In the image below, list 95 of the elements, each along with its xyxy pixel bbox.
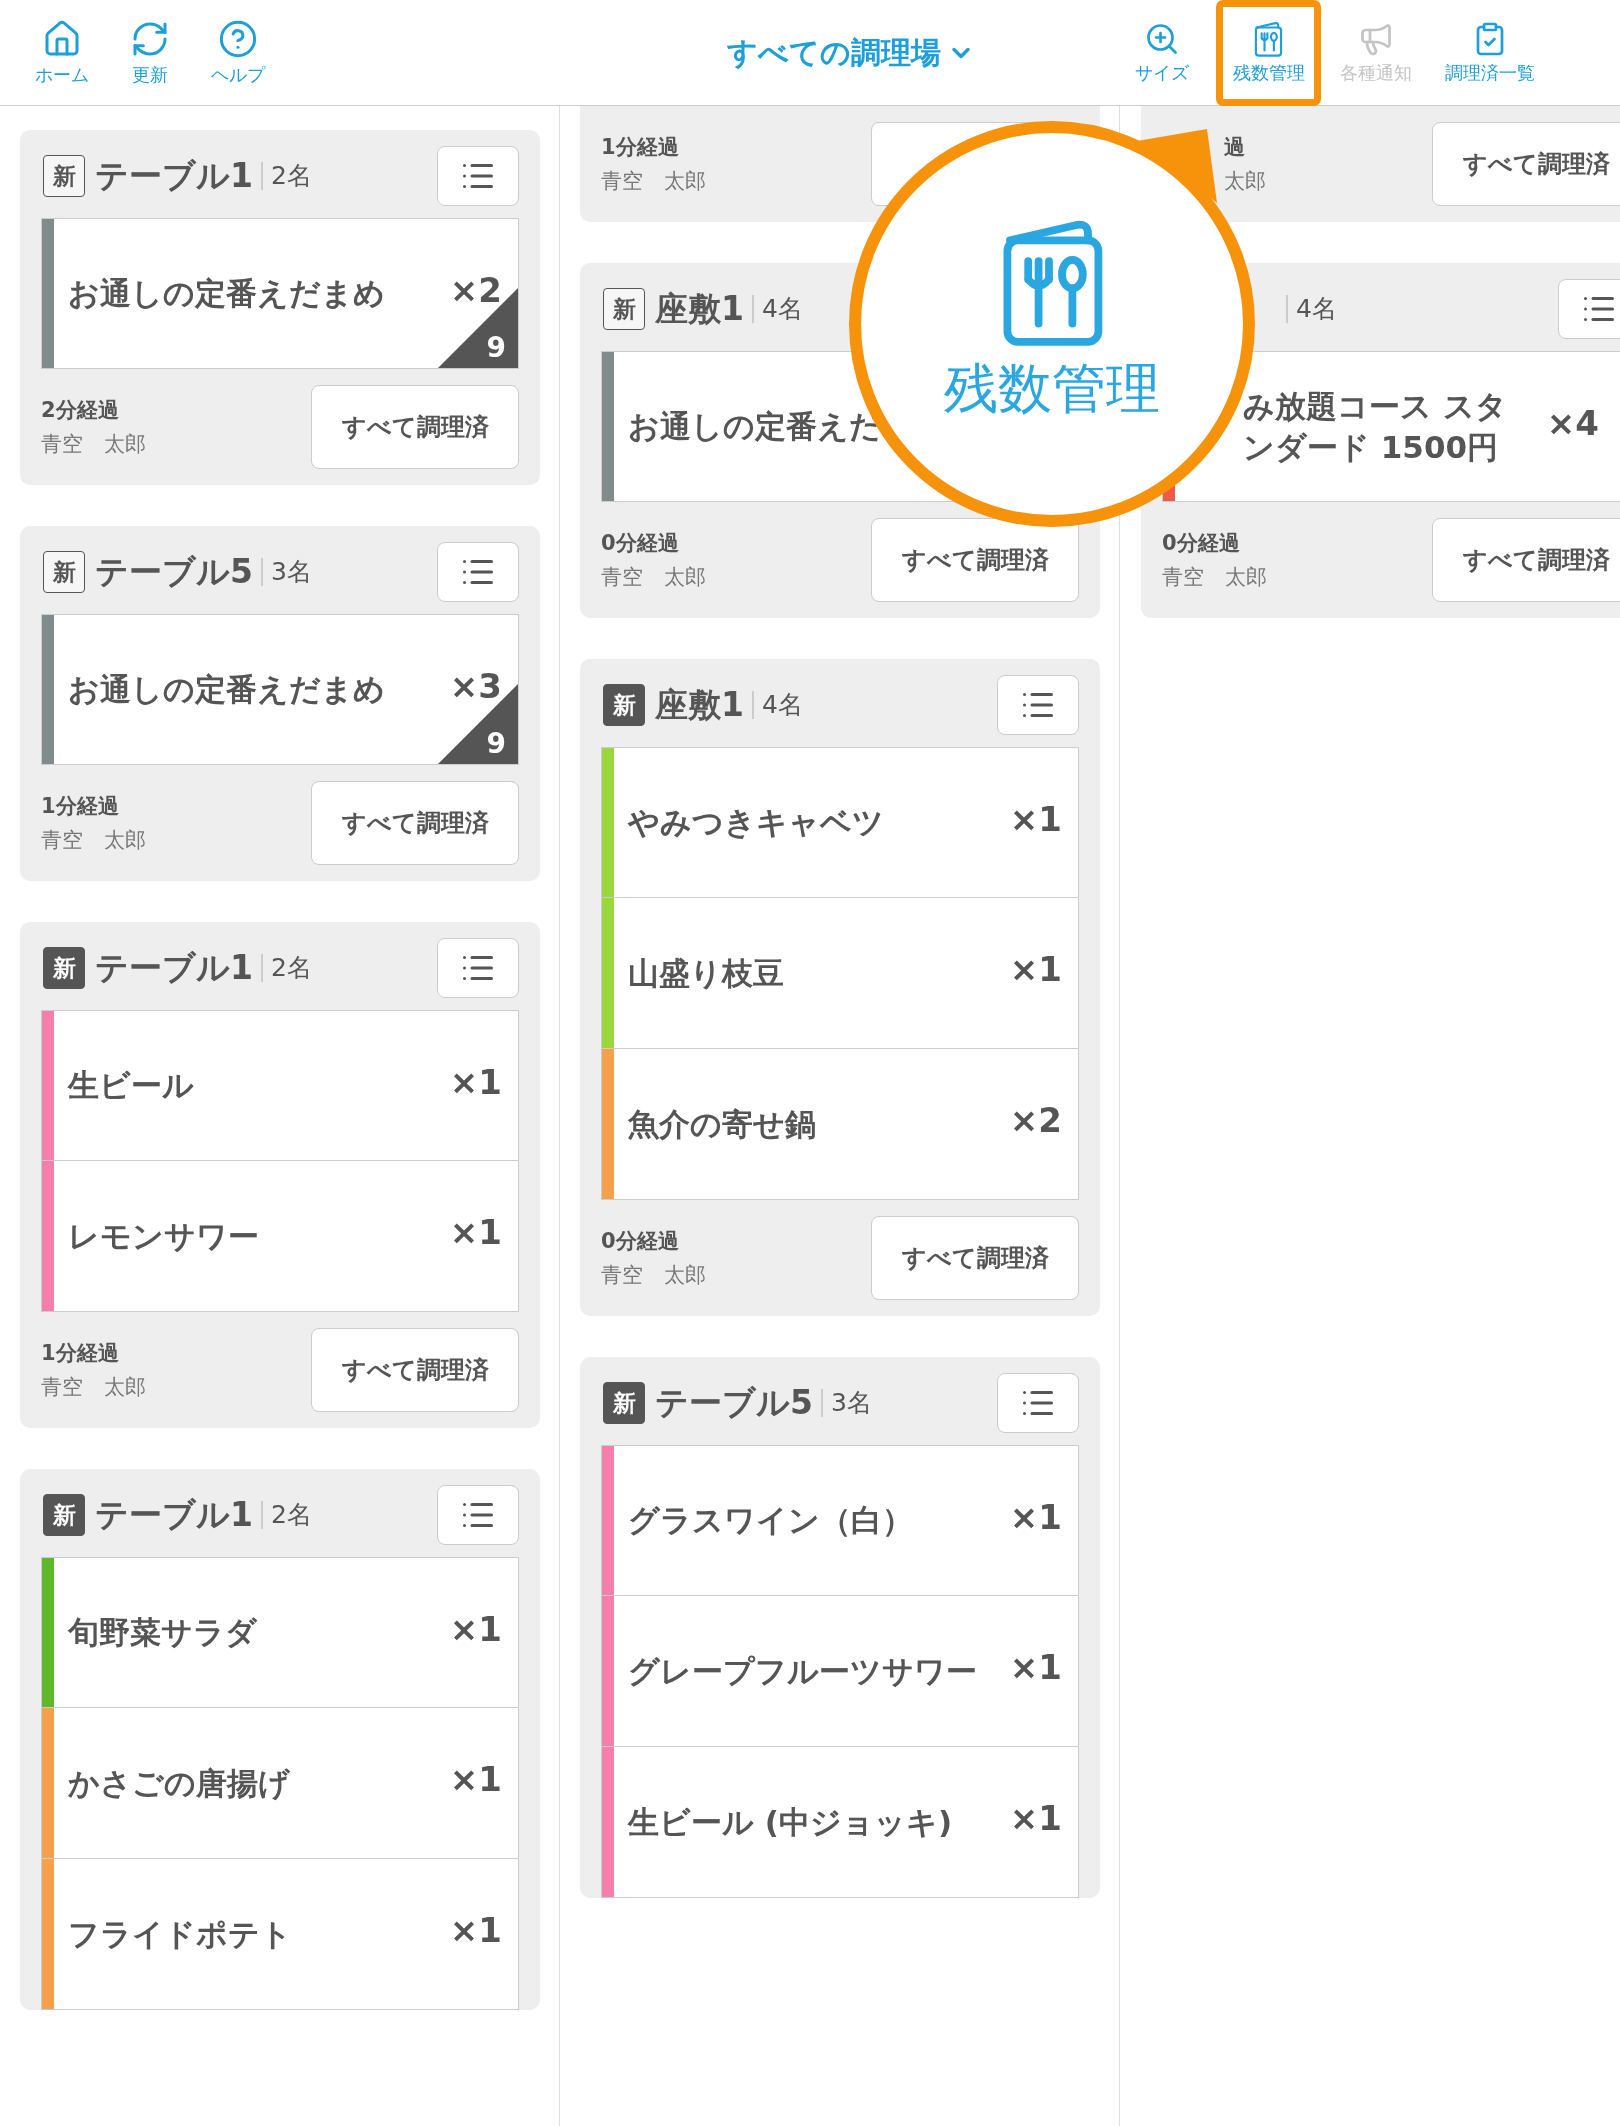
item-quantity: ×1 bbox=[449, 1759, 503, 1799]
order-item[interactable]: お通しの定番えだまめ ×3 9 bbox=[41, 614, 519, 765]
elapsed-time: 過 bbox=[1224, 134, 1246, 161]
new-badge: 新 bbox=[603, 288, 645, 330]
guest-count: 3名 bbox=[260, 558, 312, 586]
item-name: 山盛り枝豆 bbox=[627, 953, 785, 993]
order-item[interactable]: フライドポテト ×1 bbox=[41, 1859, 519, 2010]
guest-count: 2名 bbox=[260, 162, 312, 190]
new-badge: 新 bbox=[603, 1382, 645, 1424]
order-item[interactable]: グラスワイン（白） ×1 bbox=[601, 1445, 1079, 1596]
item-quantity: ×3 bbox=[449, 665, 503, 706]
guest-count: 4名 bbox=[751, 691, 803, 719]
item-quantity: ×1 bbox=[449, 1061, 503, 1102]
table-name: テーブル1 bbox=[95, 154, 253, 197]
item-name: グレープフルーツサワー bbox=[627, 1651, 978, 1691]
elapsed-time: 0分経過 bbox=[1162, 530, 1241, 557]
staff-name: 青空 太郎 bbox=[601, 564, 706, 591]
list-button[interactable] bbox=[1558, 279, 1620, 339]
item-quantity: ×1 bbox=[1009, 1647, 1063, 1687]
order-item[interactable]: 生ビール (中ジョッキ) ×1 bbox=[601, 1747, 1079, 1898]
guest-count: 4名 bbox=[751, 295, 803, 323]
item-name: お通しの定番えだまめ bbox=[67, 274, 386, 314]
staff-name: 青空 太郎 bbox=[41, 827, 146, 854]
all-done-button[interactable]: すべて調理済 bbox=[871, 518, 1079, 602]
order-item[interactable]: レモンサワー ×1 bbox=[41, 1161, 519, 1312]
all-done-button[interactable]: すべて調理済 bbox=[311, 385, 519, 469]
table-name: テーブル5 bbox=[655, 1381, 813, 1424]
list-button[interactable] bbox=[997, 1373, 1079, 1433]
item-quantity: ×4 bbox=[1546, 402, 1600, 443]
item-name: 生ビール bbox=[66, 1066, 195, 1106]
item-quantity: ×1 bbox=[1009, 949, 1063, 989]
item-quantity: ×1 bbox=[449, 1212, 503, 1252]
menu-book-icon bbox=[1253, 21, 1284, 57]
list-button[interactable] bbox=[997, 675, 1079, 735]
elapsed-time: 1分経過 bbox=[601, 134, 680, 161]
staff-name: 青空 太郎 bbox=[601, 168, 706, 195]
item-name: 魚介の寄せ鍋 bbox=[627, 1104, 817, 1144]
new-badge: 新 bbox=[43, 551, 85, 593]
elapsed-time: 0分経過 bbox=[601, 1228, 680, 1255]
guest-count: 2名 bbox=[260, 1501, 312, 1529]
item-name: お通しの定番えだまめ bbox=[67, 670, 386, 710]
item-name: み放題コース スタンダード 1500円 bbox=[1242, 387, 1508, 467]
new-badge: 新 bbox=[43, 1494, 85, 1536]
guest-count: 2名 bbox=[260, 954, 312, 982]
order-item[interactable]: 生ビール ×1 bbox=[41, 1010, 519, 1161]
item-quantity: ×1 bbox=[1009, 1798, 1063, 1838]
staff-name: 青空 太郎 bbox=[41, 431, 146, 458]
list-button[interactable] bbox=[437, 542, 519, 602]
item-name: 旬野菜サラダ bbox=[66, 1613, 258, 1653]
all-done-button[interactable]: すべて調理済 bbox=[311, 781, 519, 865]
order-item[interactable]: グレープフルーツサワー ×1 bbox=[601, 1596, 1079, 1747]
list-button[interactable] bbox=[437, 1485, 519, 1545]
all-done-button[interactable]: すべて調理済 bbox=[1432, 122, 1620, 206]
new-badge: 新 bbox=[603, 684, 645, 726]
item-name: やみつきキャベツ bbox=[626, 803, 885, 843]
list-button[interactable] bbox=[437, 146, 519, 206]
guest-count: 3名 bbox=[820, 1389, 872, 1417]
elapsed-time: 0分経過 bbox=[601, 530, 680, 557]
order-item[interactable]: かさごの唐揚げ ×1 bbox=[41, 1708, 519, 1859]
item-quantity: ×1 bbox=[449, 1910, 503, 1950]
item-name: 生ビール (中ジョッキ) bbox=[626, 1802, 954, 1842]
elapsed-time: 1分経過 bbox=[41, 793, 120, 820]
order-item[interactable]: やみつきキャベツ ×1 bbox=[601, 747, 1079, 898]
elapsed-time: 1分経過 bbox=[41, 1340, 120, 1367]
item-name: レモンサワー bbox=[67, 1216, 260, 1256]
all-done-button[interactable]: すべて調理済 bbox=[311, 1328, 519, 1412]
table-name: 座敷1 bbox=[655, 287, 744, 330]
item-quantity: ×2 bbox=[449, 269, 503, 310]
table-name: 座敷1 bbox=[655, 683, 744, 726]
item-name: グラスワイン（白） bbox=[627, 1501, 914, 1541]
item-quantity: ×1 bbox=[1009, 1496, 1063, 1537]
help-icon bbox=[218, 19, 258, 59]
new-badge: 新 bbox=[43, 947, 85, 989]
item-quantity: ×1 bbox=[1009, 798, 1063, 839]
staff-name: 青空 太郎 bbox=[1162, 564, 1267, 591]
order-item[interactable]: お通しの定番えだまめ ×2 9 bbox=[41, 218, 519, 369]
new-badge: 新 bbox=[43, 155, 85, 197]
all-done-button[interactable]: すべて調理済 bbox=[871, 1216, 1079, 1300]
table-name: テーブル1 bbox=[95, 1493, 253, 1536]
item-quantity: ×2 bbox=[1009, 1100, 1063, 1140]
elapsed-time: 2分経過 bbox=[41, 397, 120, 424]
order-item[interactable]: 旬野菜サラダ ×1 bbox=[41, 1557, 519, 1708]
item-name: かさごの唐揚げ bbox=[67, 1763, 291, 1803]
order-item[interactable]: 魚介の寄せ鍋 ×2 bbox=[601, 1049, 1079, 1200]
staff-name: 青空 太郎 bbox=[41, 1374, 146, 1401]
list-button[interactable] bbox=[437, 938, 519, 998]
item-quantity: ×1 bbox=[449, 1608, 503, 1649]
staff-name: 青空 太郎 bbox=[601, 1262, 706, 1289]
staff-name: 太郎 bbox=[1224, 168, 1266, 195]
table-name: テーブル5 bbox=[95, 550, 253, 593]
order-item[interactable]: 山盛り枝豆 ×1 bbox=[601, 898, 1079, 1049]
all-done-button[interactable]: すべて調理済 bbox=[1432, 518, 1620, 602]
guest-count: 4名 bbox=[1286, 295, 1337, 323]
table-name: テーブル1 bbox=[95, 946, 253, 989]
item-name: フライドポテト bbox=[67, 1914, 293, 1954]
